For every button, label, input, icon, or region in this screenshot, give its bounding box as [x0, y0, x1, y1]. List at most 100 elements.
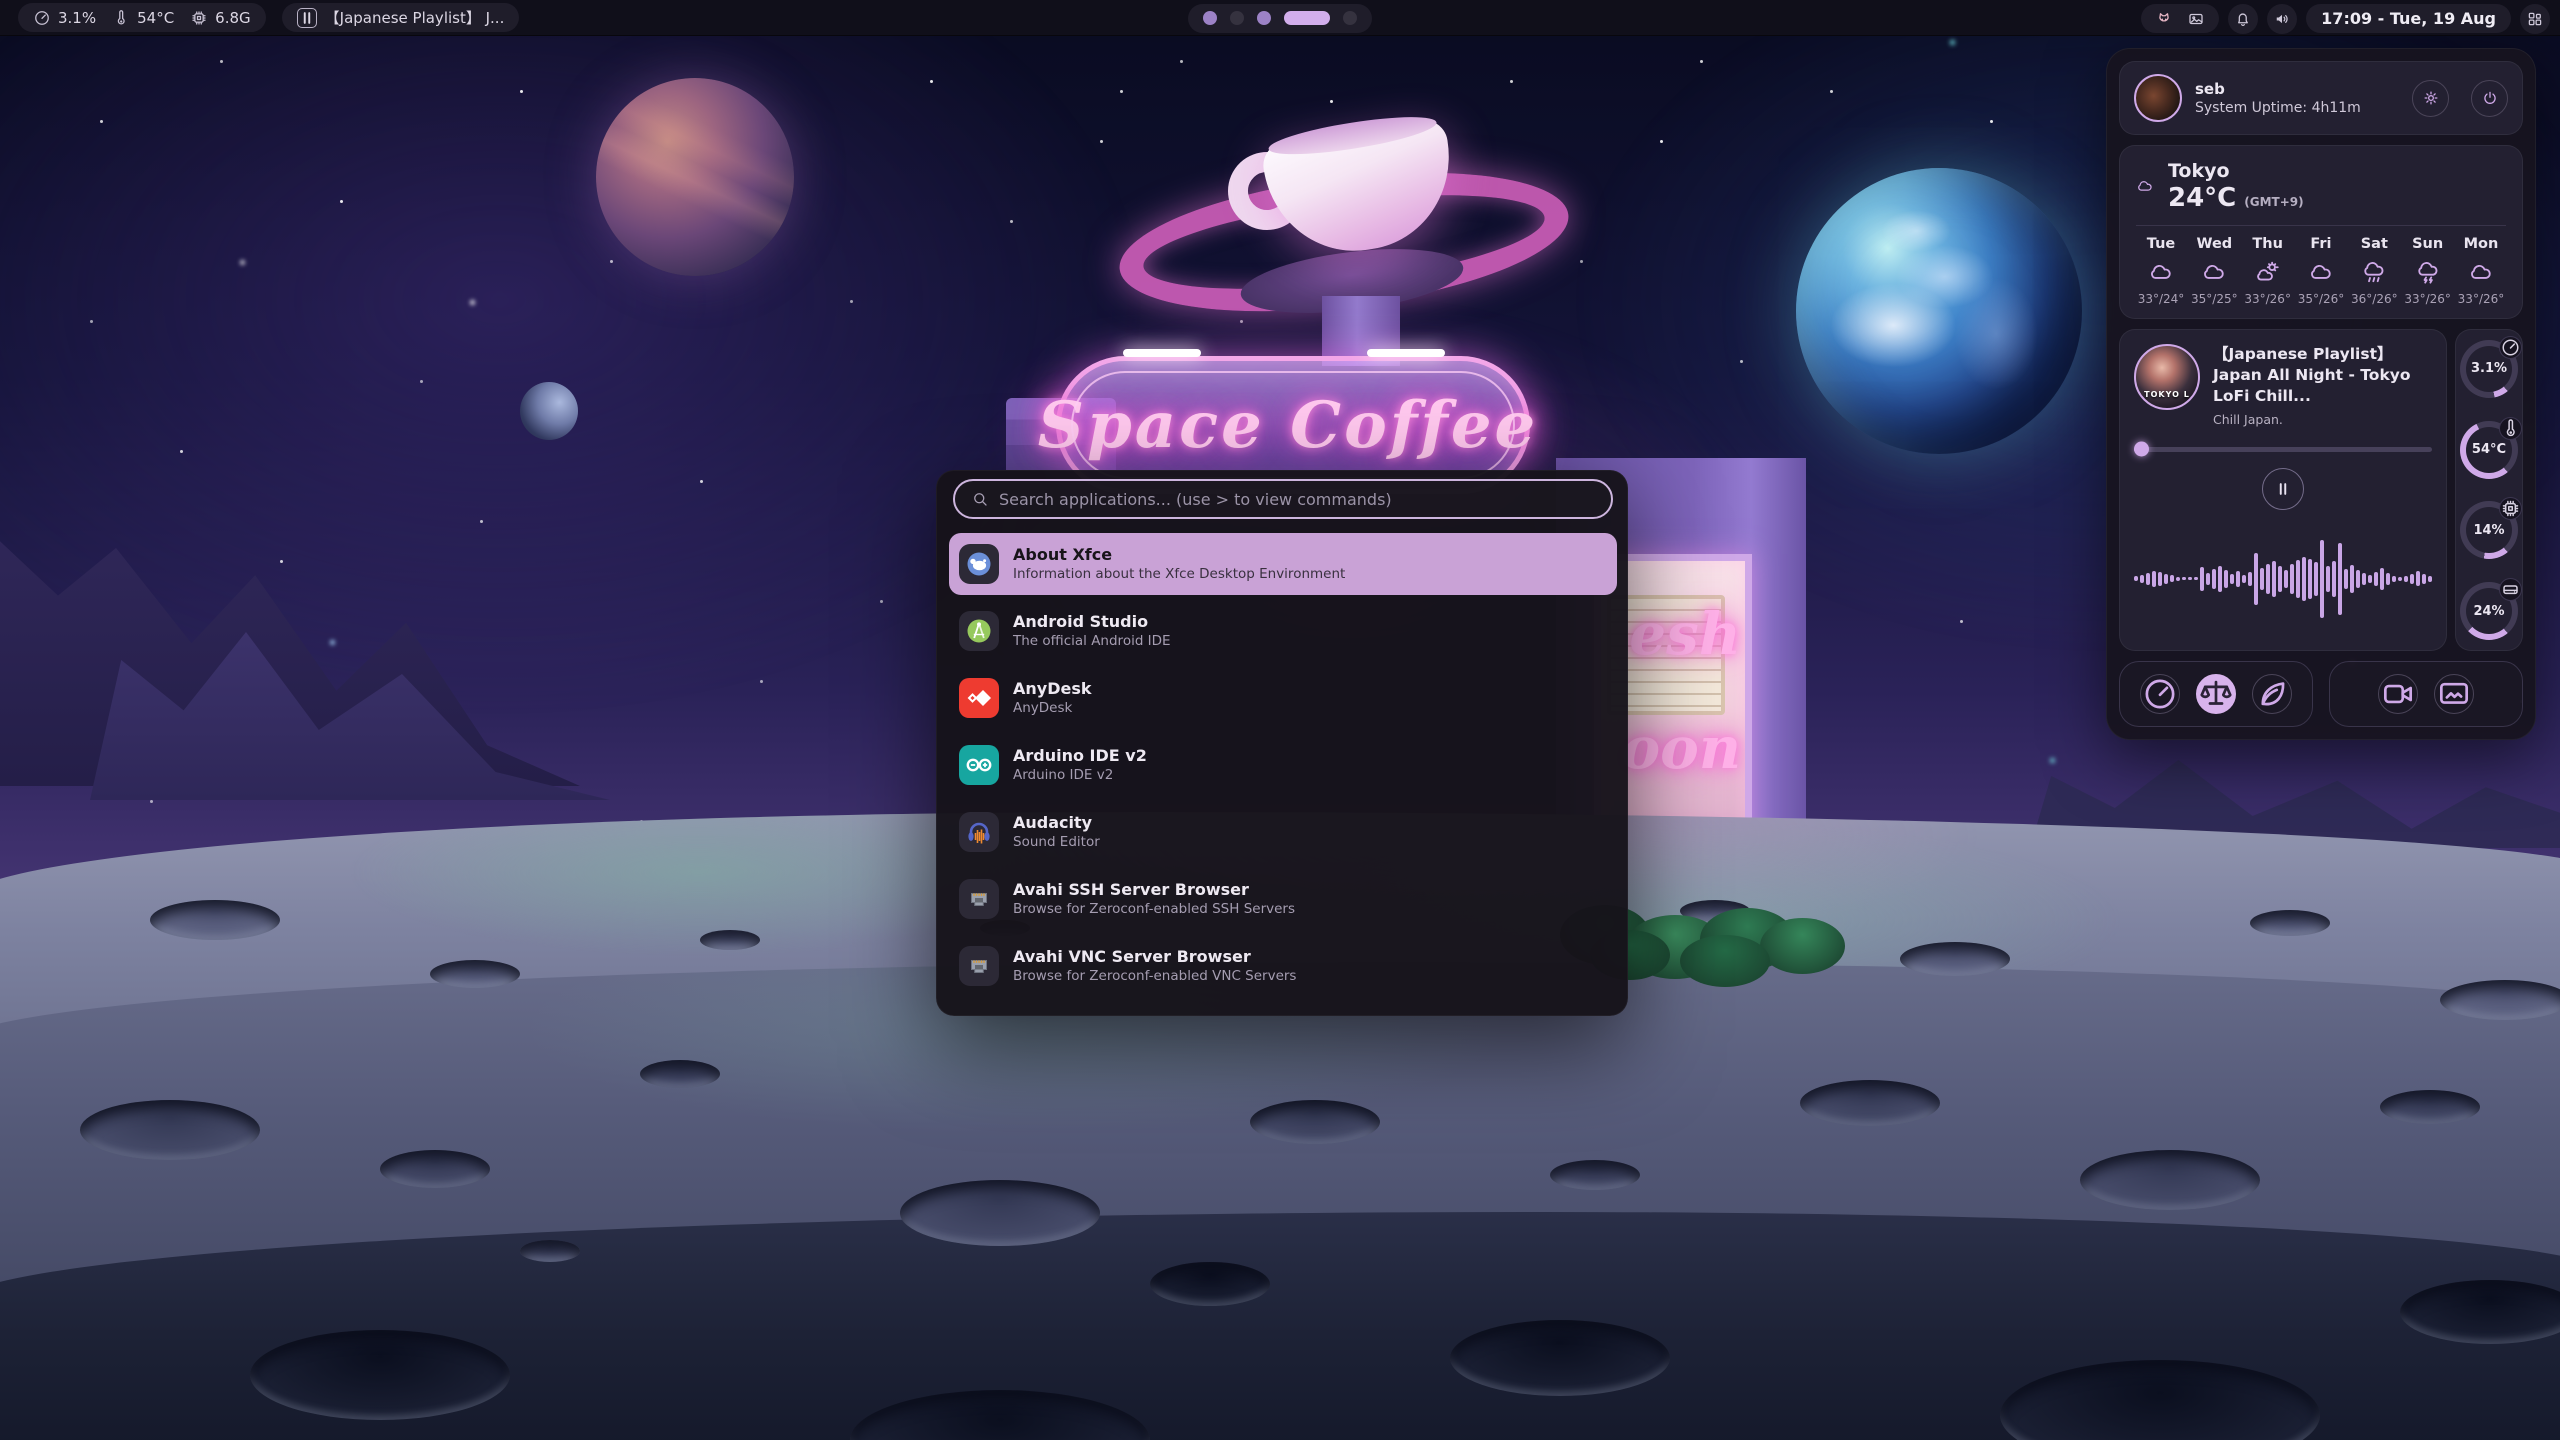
crater — [1150, 1262, 1270, 1306]
cpu-gauge-icon — [33, 9, 51, 27]
speaker-icon — [2273, 10, 2291, 28]
bush — [1680, 935, 1770, 987]
app-name: Avahi VNC Server Browser — [1013, 946, 1296, 968]
visualizer-bar — [2398, 577, 2402, 581]
visualizer-bar — [2140, 575, 2144, 583]
clock-pill[interactable]: 17:09 - Tue, 19 Aug — [2306, 4, 2511, 33]
app-result-arduino-ide-v2[interactable]: Arduino IDE v2Arduino IDE v2 — [949, 734, 1617, 796]
quick-actions-row — [2119, 661, 2523, 727]
balanced-mode-button[interactable] — [2196, 674, 2236, 714]
weekly-forecast: Tue33°/24°Wed35°/25°Thu33°/26°Fri35°/26°… — [2136, 236, 2506, 306]
seek-bar[interactable] — [2134, 447, 2432, 452]
visualizer-bar — [2302, 557, 2306, 601]
visualizer-bar — [2272, 561, 2276, 597]
visualizer-bar — [2194, 577, 2198, 580]
now-playing-pill[interactable]: 【Japanese Playlist】 J... — [282, 3, 520, 32]
visualizer-bar — [2332, 561, 2336, 597]
app-result-android-studio[interactable]: Android StudioThe official Android IDE — [949, 600, 1617, 662]
forecast-day-sun: Sun33°/26° — [2403, 236, 2453, 306]
storm-icon — [2415, 259, 2441, 285]
seek-knob[interactable] — [2134, 442, 2149, 457]
workspace-dot-5[interactable] — [1343, 11, 1357, 25]
visualizer-bar — [2416, 571, 2420, 586]
workspace-dot-3[interactable] — [1257, 11, 1271, 25]
visualizer-bar — [2182, 577, 2186, 580]
anydesk-app-icon — [959, 678, 999, 718]
androidstudio-app-icon — [959, 611, 999, 651]
utility-group — [2329, 661, 2523, 727]
forecast-day-sat: Sat36°/26° — [2349, 236, 2399, 306]
memory-stat: 6.8G — [190, 9, 250, 27]
cloud-icon — [2201, 259, 2227, 285]
desktop: esh oon ans Space Coffee 3.1 — [0, 0, 2560, 1440]
powersave-mode-button[interactable] — [2252, 674, 2292, 714]
cpu-value: 3.1% — [58, 9, 96, 27]
app-result-audacity[interactable]: AudacitySound Editor — [949, 801, 1617, 863]
forecast-day-label: Thu — [2252, 236, 2283, 252]
search-bar[interactable] — [953, 479, 1613, 519]
desktop-pet-icon[interactable] — [2155, 10, 2173, 28]
app-name: Android Studio — [1013, 611, 1171, 633]
visualizer-bar — [2314, 562, 2318, 596]
gauge-gauge: 3.1% — [2460, 340, 2518, 398]
sign-lamp — [1123, 349, 1201, 357]
pause-icon[interactable] — [297, 8, 317, 28]
visualizer-bar — [2236, 571, 2240, 587]
weather-widget: Tokyo 24°C (GMT+9) Tue33°/24°Wed35°/25°T… — [2119, 145, 2523, 319]
workspace-indicator[interactable] — [1188, 4, 1372, 33]
thermometer-icon — [112, 9, 130, 27]
crater — [700, 930, 760, 950]
temp-value: 54°C — [137, 9, 174, 27]
avatar — [2134, 74, 2182, 122]
visualizer-bar — [2386, 573, 2390, 585]
crater — [80, 1100, 260, 1160]
app-description: Arduino IDE v2 — [1013, 767, 1147, 785]
wallpaper-icon[interactable] — [2187, 10, 2205, 28]
visualizer-bar — [2224, 570, 2228, 588]
crater — [380, 1150, 490, 1188]
memory-value: 6.8G — [215, 9, 250, 27]
workspace-dot-2[interactable] — [1230, 11, 1244, 25]
visualizer-bar — [2290, 564, 2294, 594]
user-name: seb — [2195, 80, 2399, 98]
workspace-dot-1[interactable] — [1203, 11, 1217, 25]
bush — [1760, 918, 1845, 974]
forecast-day-label: Mon — [2464, 236, 2499, 252]
track-title: 【Japanese Playlist】 Japan All Night - To… — [2213, 344, 2432, 407]
app-result-anydesk[interactable]: AnyDeskAnyDesk — [949, 667, 1617, 729]
app-grid-button[interactable] — [2520, 4, 2550, 34]
cloud-icon — [2136, 177, 2154, 195]
notifications-button[interactable] — [2228, 4, 2258, 34]
bell-icon — [2234, 10, 2252, 28]
forecast-temps: 33°/24° — [2138, 292, 2185, 306]
wallpaper-button[interactable] — [2434, 674, 2474, 714]
forecast-day-label: Wed — [2196, 236, 2232, 252]
search-input[interactable] — [999, 490, 1595, 509]
crater — [250, 1330, 510, 1420]
visualizer-bar — [2344, 569, 2348, 589]
app-result-about-xfce[interactable]: About XfceInformation about the Xfce Des… — [949, 533, 1617, 595]
visualizer-bar — [2338, 543, 2342, 615]
volume-button[interactable] — [2267, 4, 2297, 34]
app-results-list: About XfceInformation about the Xfce Des… — [949, 533, 1617, 1002]
settings-button[interactable] — [2412, 80, 2449, 117]
visualizer-bar — [2308, 559, 2312, 599]
app-description: The official Android IDE — [1013, 633, 1171, 651]
crater — [900, 1180, 1100, 1246]
audacity-app-icon — [959, 812, 999, 852]
app-result-avahi-vnc-server-browser[interactable]: Avahi VNC Server BrowserBrowse for Zeroc… — [949, 935, 1617, 997]
power-mode-group — [2119, 661, 2313, 727]
workspace-dot-4-active[interactable] — [1284, 11, 1330, 25]
thermometer-icon — [2499, 417, 2522, 440]
forecast-day-label: Tue — [2147, 236, 2175, 252]
screen-record-button[interactable] — [2378, 674, 2418, 714]
gauge-thermometer: 54°C — [2460, 421, 2518, 479]
audio-visualizer — [2134, 518, 2432, 640]
play-pause-button[interactable] — [2262, 468, 2304, 510]
app-result-avahi-ssh-server-browser[interactable]: Avahi SSH Server BrowserBrowse for Zeroc… — [949, 868, 1617, 930]
performance-mode-button[interactable] — [2140, 674, 2180, 714]
visualizer-bar — [2392, 576, 2396, 582]
power-button[interactable] — [2471, 80, 2508, 117]
visualizer-bar — [2212, 569, 2216, 589]
forecast-temps: 33°/26° — [2244, 292, 2291, 306]
